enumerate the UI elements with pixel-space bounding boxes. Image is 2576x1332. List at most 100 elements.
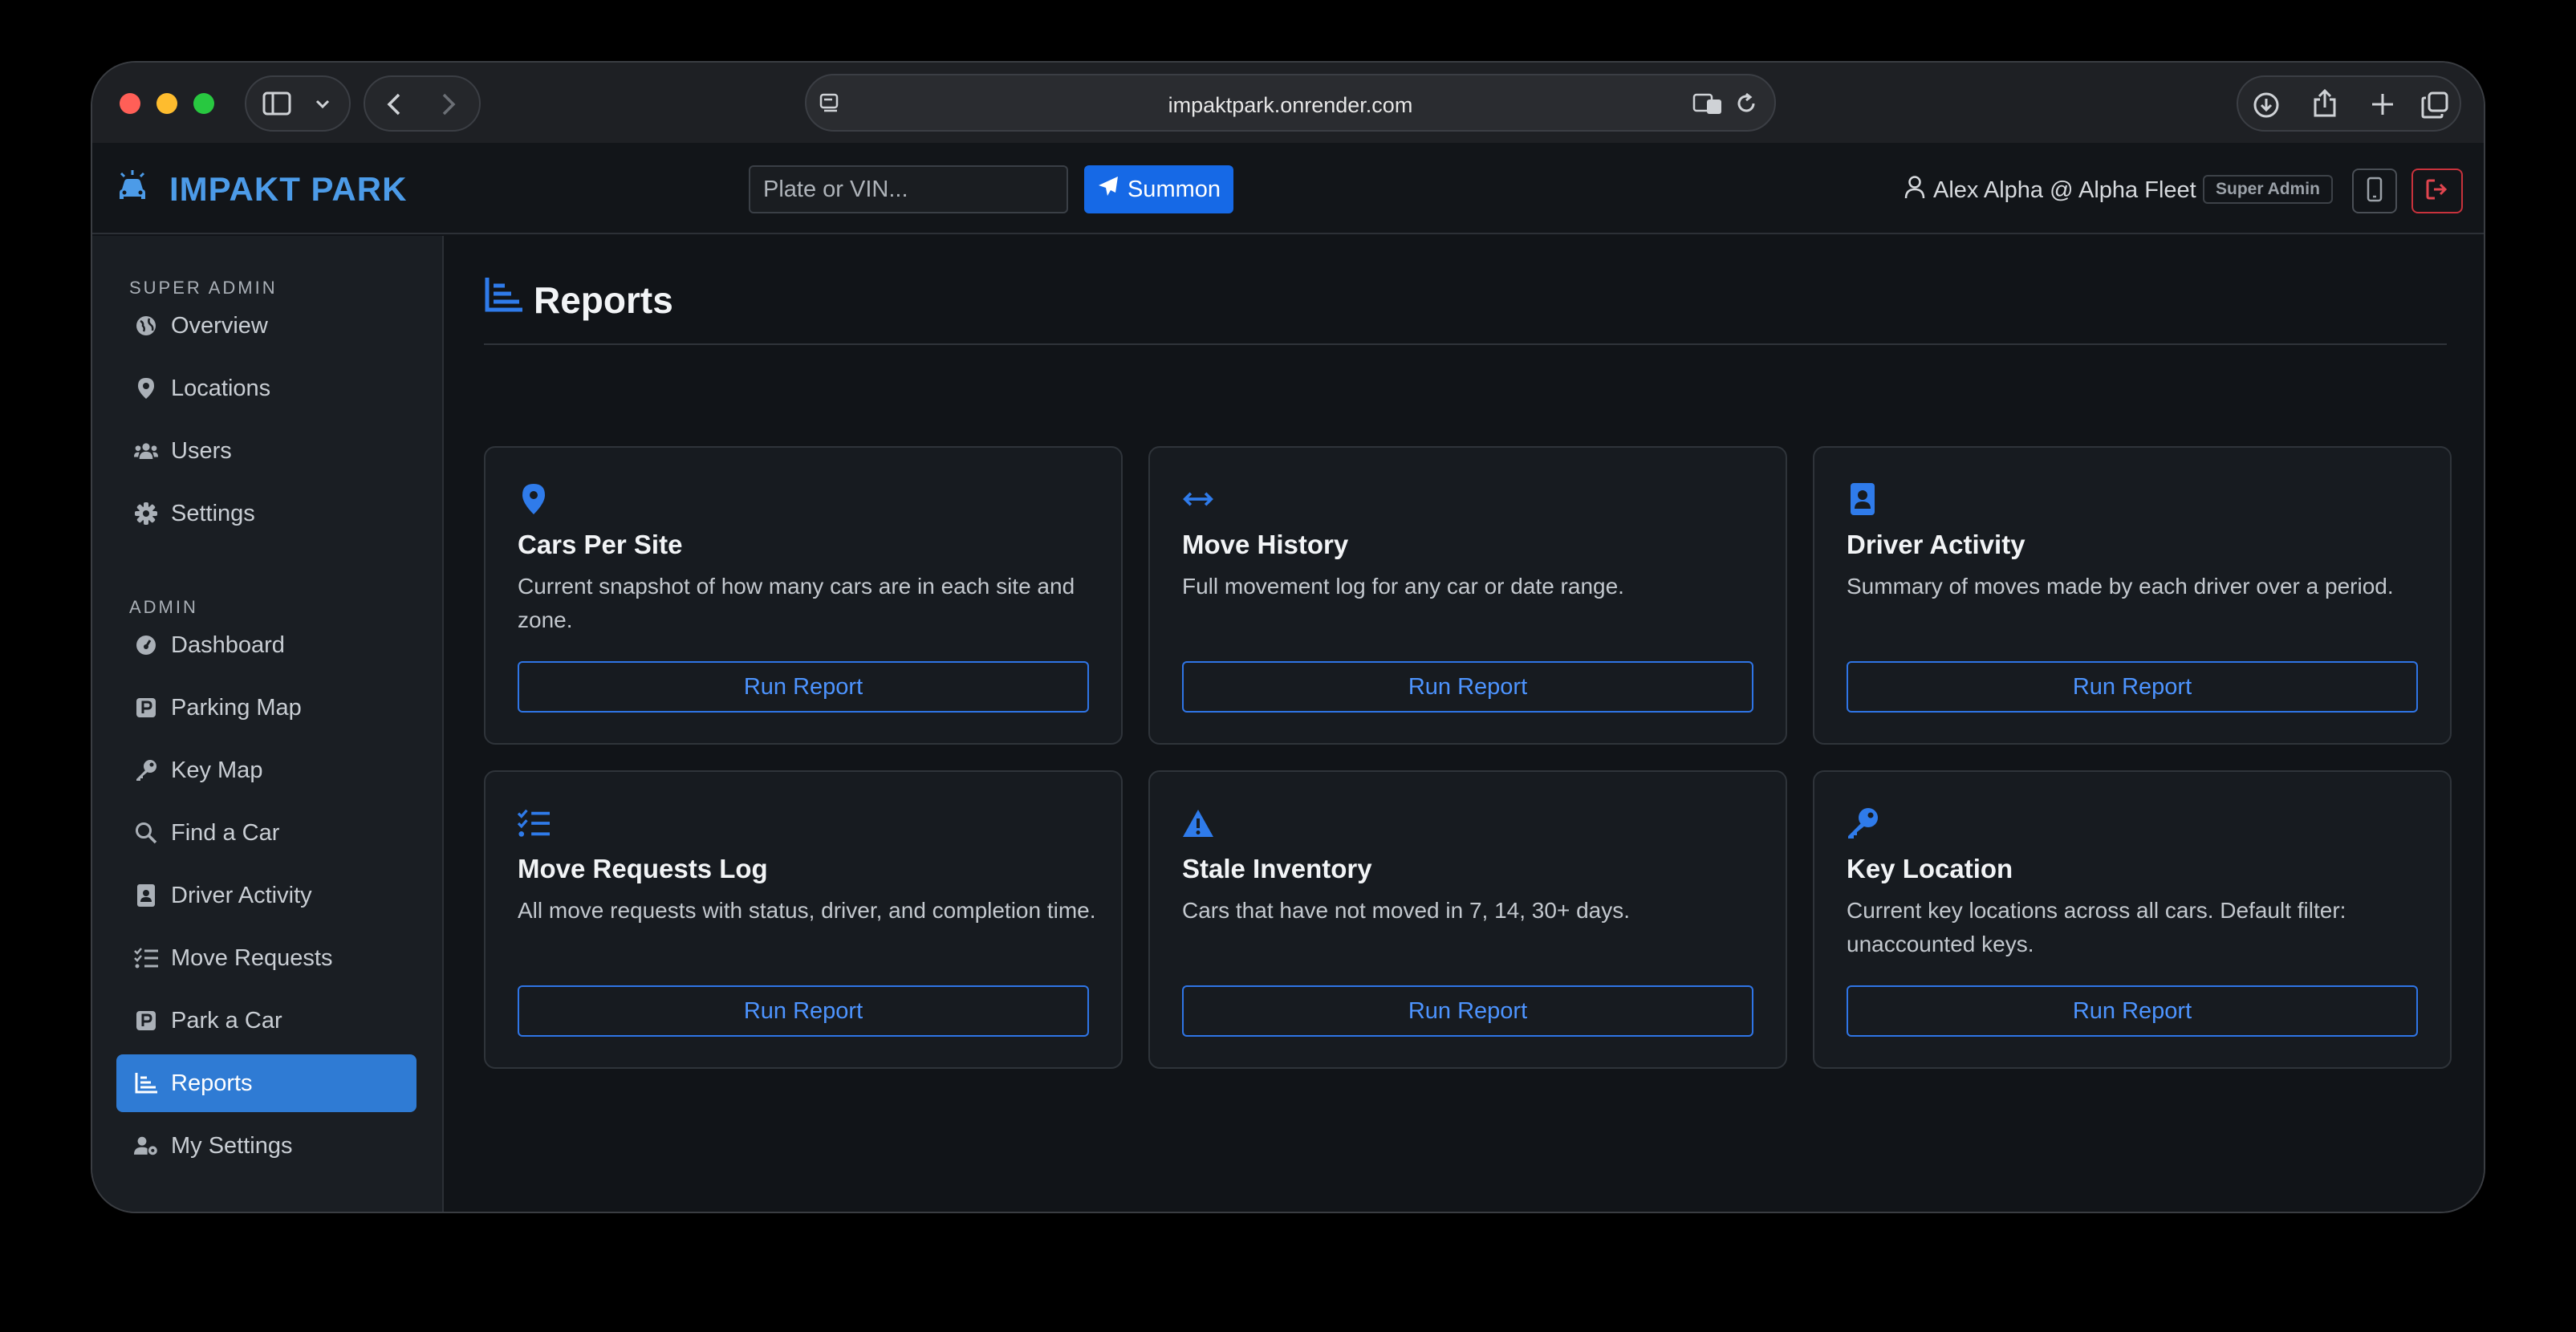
run-report-button[interactable]: Run Report (1847, 985, 2418, 1037)
user-gear-icon (134, 1134, 158, 1158)
sidebar-toggle-button[interactable] (245, 75, 351, 132)
sidebar-item-label: Reports (171, 1070, 253, 1096)
history-nav (364, 75, 481, 132)
list-check-icon (518, 807, 550, 839)
sidebar-item-key-map[interactable]: Key Map (116, 741, 416, 799)
sidebar-section-super-admin: SUPER ADMIN (129, 278, 278, 298)
sidebar-item-locations[interactable]: Locations (116, 359, 416, 417)
report-card-stale-inventory: Stale Inventory Cars that have not moved… (1148, 770, 1787, 1069)
app-header: IMPAKT PARK Summon Alex Alpha @ Alpha Fl… (92, 143, 2484, 234)
sidebar-item-parking-map[interactable]: Parking Map (116, 679, 416, 737)
sidebar-item-label: Users (171, 437, 232, 464)
sidebar-item-move-requests[interactable]: Move Requests (116, 929, 416, 987)
run-report-button[interactable]: Run Report (518, 661, 1089, 713)
report-card-title: Cars Per Site (518, 530, 683, 559)
report-card-description: Full movement log for any car or date ra… (1182, 574, 1624, 599)
sign-out-icon (2425, 178, 2449, 205)
sidebar-item-overview[interactable]: Overview (116, 297, 416, 355)
report-card-title: Stale Inventory (1182, 854, 1372, 883)
download-icon[interactable] (2253, 91, 2280, 119)
globe-icon (134, 314, 158, 338)
brand-logo-text[interactable]: IMPAKT PARK (169, 170, 407, 209)
report-card-description: Cars that have not moved in 7, 14, 30+ d… (1182, 898, 1631, 923)
tabs-overview-icon[interactable] (2421, 91, 2448, 119)
browser-toolbar: impaktpark.onrender.com (92, 63, 2484, 143)
gear-icon (134, 502, 158, 526)
sidebar-item-park-a-car[interactable]: Park a Car (116, 992, 416, 1050)
arrows-horizontal-icon (1182, 483, 1214, 515)
minimize-window-button[interactable] (156, 93, 177, 114)
close-window-button[interactable] (120, 93, 140, 114)
reload-icon[interactable] (1734, 91, 1758, 116)
sidebar-item-users[interactable]: Users (116, 422, 416, 480)
role-badge: Super Admin (2203, 175, 2333, 204)
plate-vin-search-input[interactable] (749, 165, 1068, 213)
report-card-key-location: Key Location Current key locations acros… (1813, 770, 2452, 1069)
run-report-button[interactable]: Run Report (1182, 661, 1753, 713)
warning-icon (1182, 807, 1214, 839)
sidebar: SUPER ADMIN Overview Locations Users Set… (92, 236, 444, 1212)
report-card-move-history: Move History Full movement log for any c… (1148, 446, 1787, 745)
chart-icon (134, 1071, 158, 1095)
sidebar-item-label: Park a Car (171, 1007, 282, 1034)
sidebar-item-label: Driver Activity (171, 882, 312, 908)
sidebar-item-label: Key Map (171, 757, 263, 783)
chart-icon (484, 278, 522, 322)
parking-icon (134, 1009, 158, 1033)
list-check-icon (134, 946, 158, 970)
sidebar-section-admin: ADMIN (129, 597, 198, 617)
title-divider (484, 343, 2447, 345)
new-tab-icon[interactable] (2370, 91, 2395, 117)
run-report-button[interactable]: Run Report (1847, 661, 2418, 713)
forward-button[interactable] (436, 91, 460, 117)
gauge-icon (134, 633, 158, 657)
map-pin-icon (518, 483, 550, 515)
sidebar-item-reports[interactable]: Reports (116, 1054, 416, 1112)
share-icon[interactable] (2312, 88, 2338, 119)
translate-icon[interactable] (1692, 91, 1725, 116)
sidebar-item-label: Settings (171, 500, 255, 526)
report-card-description: Summary of moves made by each driver ove… (1847, 574, 2394, 599)
sidebar-item-dashboard[interactable]: Dashboard (116, 616, 416, 674)
page-title: Reports (484, 278, 673, 322)
sidebar-icon (262, 91, 291, 116)
mobile-view-button[interactable] (2352, 169, 2397, 213)
sidebar-item-driver-activity[interactable]: Driver Activity (116, 867, 416, 924)
sidebar-item-label: My Settings (171, 1132, 293, 1159)
back-button[interactable] (383, 91, 407, 117)
browser-actions (2237, 75, 2461, 132)
run-report-button[interactable]: Run Report (1182, 985, 1753, 1037)
report-card-description: All move requests with status, driver, a… (518, 898, 1096, 923)
id-badge-icon (1847, 483, 1879, 515)
mobile-icon (2366, 177, 2383, 206)
user-name: Alex Alpha @ Alpha Fleet (1933, 177, 2196, 203)
sidebar-item-find-a-car[interactable]: Find a Car (116, 804, 416, 862)
current-user: Alex Alpha @ Alpha Fleet (1904, 175, 2196, 205)
report-card-description: Current key locations across all cars. D… (1847, 898, 2346, 956)
map-pin-icon (134, 376, 158, 400)
run-report-button[interactable]: Run Report (518, 985, 1089, 1037)
logout-button[interactable] (2411, 169, 2463, 213)
id-badge-icon (134, 883, 158, 908)
summon-button-label: Summon (1127, 176, 1221, 202)
browser-window: impaktpark.onrender.com IMPAKT PARK Plat… (91, 61, 2485, 1213)
address-bar[interactable]: impaktpark.onrender.com (805, 74, 1776, 132)
zoom-window-button[interactable] (193, 93, 214, 114)
paper-plane-icon (1097, 175, 1119, 204)
sidebar-item-label: Overview (171, 312, 268, 339)
key-icon (134, 758, 158, 782)
sidebar-item-label: Dashboard (171, 631, 285, 658)
address-text: impaktpark.onrender.com (1168, 93, 1413, 117)
chevron-down-icon (314, 95, 331, 112)
car-alert-icon (115, 169, 150, 208)
key-icon (1847, 807, 1879, 839)
report-card-title: Key Location (1847, 854, 2013, 883)
report-card-driver-activity: Driver Activity Summary of moves made by… (1813, 446, 2452, 745)
report-card-title: Driver Activity (1847, 530, 2025, 559)
report-card-title: Move Requests Log (518, 854, 768, 883)
sidebar-item-my-settings[interactable]: My Settings (116, 1117, 416, 1175)
sidebar-item-settings[interactable]: Settings (116, 485, 416, 542)
main-content: Reports Cars Per Site Current snapshot o… (445, 236, 2484, 1212)
report-card-cars-per-site: Cars Per Site Current snapshot of how ma… (484, 446, 1123, 745)
summon-button[interactable]: Summon (1084, 165, 1233, 213)
